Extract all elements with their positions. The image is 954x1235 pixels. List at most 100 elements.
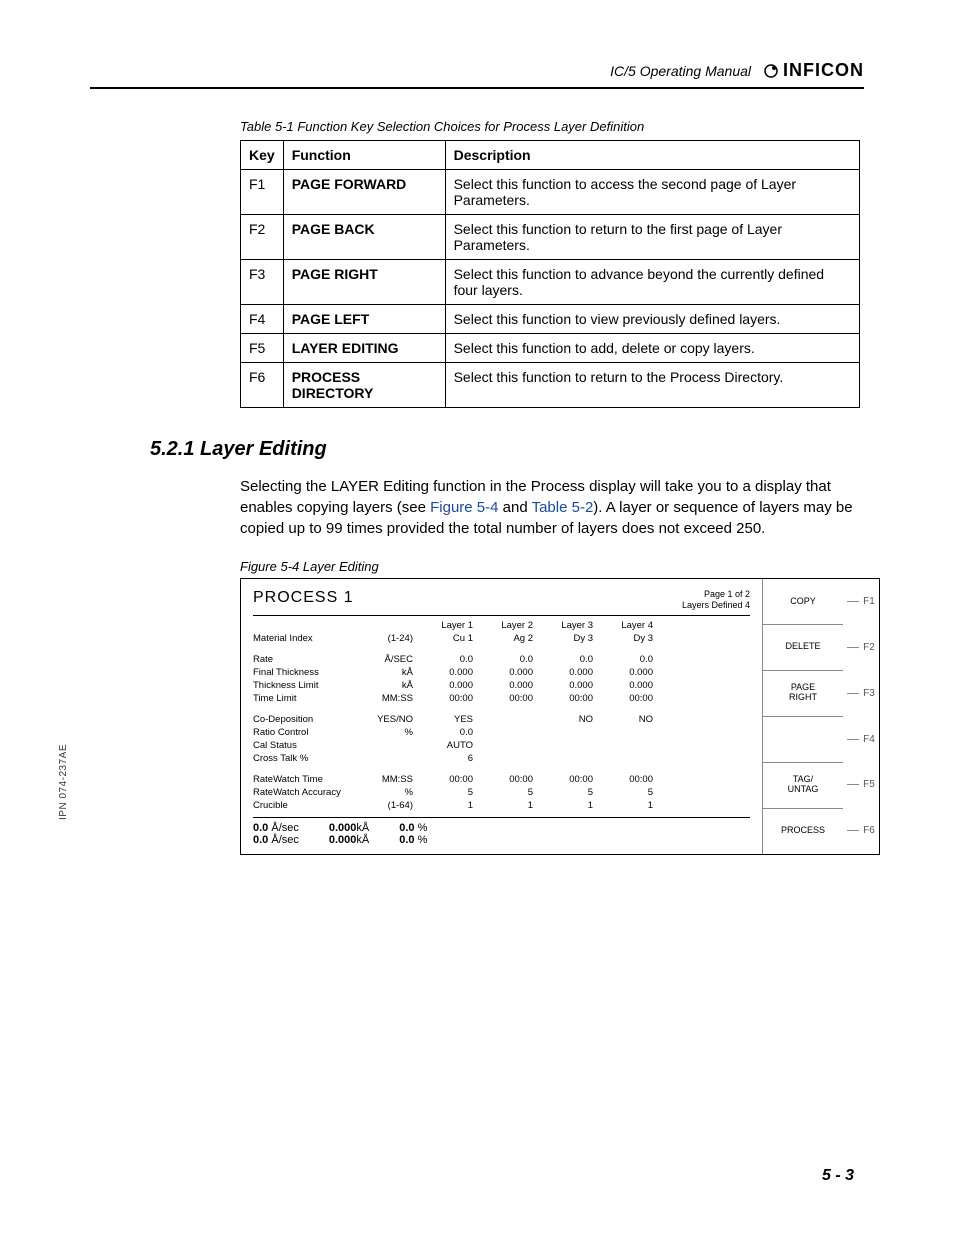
fig-row-label: Thickness Limit	[253, 680, 363, 691]
cell-desc: Select this function to return to the Pr…	[445, 363, 859, 408]
fig-cell: 00:00	[539, 774, 599, 785]
fig-cell: 5	[599, 787, 659, 798]
fig-row-unit: kÅ	[363, 680, 419, 691]
fig-cell: 0.000	[479, 680, 539, 691]
fig-cell	[479, 740, 539, 751]
fig-row-label: RateWatch Time	[253, 774, 363, 785]
fig-cell: NO	[539, 714, 599, 725]
figure-side-buttons: COPY DELETE PAGE RIGHT TAG/ UNTAG PROCES…	[762, 579, 843, 854]
side-btn-copy: COPY	[763, 579, 843, 625]
side-btn-process: PROCESS	[763, 809, 843, 854]
table-caption: Table 5-1 Function Key Selection Choices…	[240, 119, 864, 134]
fig-row-unit	[363, 753, 419, 764]
fig-row-unit: (1-24)	[363, 633, 419, 644]
section-heading: 5.2.1 Layer Editing	[150, 438, 864, 461]
fig-cell: NO	[599, 714, 659, 725]
fig-col-header: Layer 4	[599, 620, 659, 631]
th-description: Description	[445, 141, 859, 170]
cell-desc: Select this function to access the secon…	[445, 170, 859, 215]
fig-cell: 0.0	[599, 654, 659, 665]
fig-cell: 00:00	[419, 693, 479, 704]
fig-cell: 0.000	[479, 667, 539, 678]
fig-cell: 5	[539, 787, 599, 798]
fig-cell: 0.0	[539, 654, 599, 665]
fig-cell: 1	[539, 800, 599, 811]
fig-row-unit: %	[363, 787, 419, 798]
cell-key: F6	[241, 363, 284, 408]
page-header: IC/5 Operating Manual INFICON	[90, 60, 864, 89]
cell-function: PAGE RIGHT	[283, 260, 445, 305]
fig-cell: 00:00	[539, 693, 599, 704]
fig-cell: 00:00	[479, 693, 539, 704]
fig-row-label: Time Limit	[253, 693, 363, 704]
xref-figure: Figure 5-4	[430, 499, 498, 516]
fig-col-header: Layer 1	[419, 620, 479, 631]
fig-cell	[479, 727, 539, 738]
cell-function: PROCESS DIRECTORY	[283, 363, 445, 408]
cell-desc: Select this function to advance beyond t…	[445, 260, 859, 305]
page-number: 5 - 3	[822, 1167, 854, 1185]
fig-cell: 0.000	[599, 667, 659, 678]
fig-cell	[479, 753, 539, 764]
fig-cell: 0.0	[479, 654, 539, 665]
fig-cell: 0.0	[419, 654, 479, 665]
fig-cell: 00:00	[599, 693, 659, 704]
fig-row-label: Final Thickness	[253, 667, 363, 678]
fig-cell	[539, 753, 599, 764]
fig-row-unit: MM:SS	[363, 774, 419, 785]
fig-col-header: Layer 2	[479, 620, 539, 631]
cell-key: F3	[241, 260, 284, 305]
side-btn-delete: DELETE	[763, 625, 843, 671]
figure-title: PROCESS 1	[253, 589, 354, 607]
fig-cell: 0.000	[599, 680, 659, 691]
brand-logo: INFICON	[763, 60, 864, 81]
cell-key: F1	[241, 170, 284, 215]
logo-icon	[763, 63, 779, 79]
fig-row-unit: MM:SS	[363, 693, 419, 704]
figure-caption: Figure 5-4 Layer Editing	[240, 559, 864, 574]
fig-row-label: Cal Status	[253, 740, 363, 751]
cell-desc: Select this function to view previously …	[445, 305, 859, 334]
figure-pageinfo: Page 1 of 2	[682, 589, 750, 600]
fig-row-label: Ratio Control	[253, 727, 363, 738]
side-btn-blank	[763, 717, 843, 763]
figure-layer-editing: PROCESS 1 Page 1 of 2 Layers Defined 4 L…	[240, 578, 880, 855]
figure-fkey-col: F1 F2 F3 F4 F5 F6	[843, 579, 879, 854]
fig-cell: Cu 1	[419, 633, 479, 644]
fig-cell	[539, 740, 599, 751]
body-paragraph: Selecting the LAYER Editing function in …	[240, 476, 880, 539]
figure-layersdefined: Layers Defined 4	[682, 600, 750, 611]
fig-row-unit: kÅ	[363, 667, 419, 678]
table-row: F6 PROCESS DIRECTORY Select this functio…	[241, 363, 860, 408]
fig-cell: 00:00	[419, 774, 479, 785]
fig-cell: Dy 3	[599, 633, 659, 644]
side-doc-number: IPN 074-237AE	[58, 744, 69, 820]
cell-desc: Select this function to return to the fi…	[445, 215, 859, 260]
table-row: F1 PAGE FORWARD Select this function to …	[241, 170, 860, 215]
cell-function: PAGE FORWARD	[283, 170, 445, 215]
figure-footer: 0.0 Å/sec 0.0 Å/sec 0.000kÅ 0.000kÅ 0.0 …	[253, 817, 750, 846]
fig-row-label: Cross Talk %	[253, 753, 363, 764]
cell-function: PAGE BACK	[283, 215, 445, 260]
th-key: Key	[241, 141, 284, 170]
fig-cell: 0.000	[539, 680, 599, 691]
fig-cell: 0.000	[539, 667, 599, 678]
fig-cell	[479, 714, 539, 725]
fig-cell	[539, 727, 599, 738]
fig-cell: 0.000	[419, 667, 479, 678]
cell-key: F5	[241, 334, 284, 363]
fig-cell: 0.0	[419, 727, 479, 738]
fig-cell: 6	[419, 753, 479, 764]
cell-key: F4	[241, 305, 284, 334]
th-function: Function	[283, 141, 445, 170]
fig-cell: 0.000	[419, 680, 479, 691]
fig-row-label: Material Index	[253, 633, 363, 644]
fig-row-unit: (1-64)	[363, 800, 419, 811]
fig-row-unit: %	[363, 727, 419, 738]
fig-col-header: Layer 3	[539, 620, 599, 631]
fig-cell: 1	[479, 800, 539, 811]
cell-desc: Select this function to add, delete or c…	[445, 334, 859, 363]
fig-cell: 00:00	[479, 774, 539, 785]
fig-cell	[599, 740, 659, 751]
table-row: F4 PAGE LEFT Select this function to vie…	[241, 305, 860, 334]
